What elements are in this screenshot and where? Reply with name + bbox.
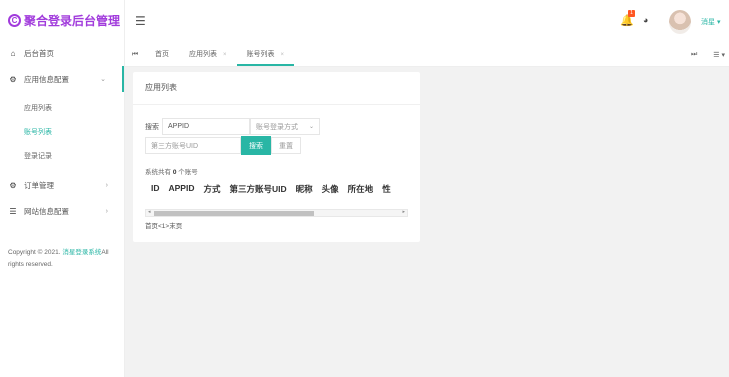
home-icon: ⌂ bbox=[10, 48, 16, 58]
count-suffix: 个账号 bbox=[178, 169, 198, 176]
column-header[interactable]: APPID bbox=[169, 183, 195, 195]
copyright: Copyright © 2021. 消星登录系统All rights reser… bbox=[8, 247, 116, 271]
scrollbar-thumb[interactable] bbox=[154, 211, 314, 216]
brand-logo[interactable]: C 聚合登录后台管理 bbox=[0, 0, 124, 40]
notification-badge: 1 bbox=[628, 10, 635, 17]
tab-label: 应用列表 bbox=[189, 51, 217, 58]
tabs-scroll-left-icon[interactable]: ⏮ bbox=[125, 51, 145, 59]
close-icon[interactable]: × bbox=[223, 52, 227, 58]
count-prefix: 系统共有 bbox=[145, 169, 171, 176]
close-icon[interactable]: × bbox=[281, 52, 285, 58]
sidebar-item-home[interactable]: ⌂ 后台首页 bbox=[0, 40, 124, 66]
reset-button[interactable]: 重置 bbox=[271, 137, 301, 154]
sidebar: C 聚合登录后台管理 ⌂ 后台首页 ⚙ 应用信息配置 ⌄ 应用列表 账号列表 登… bbox=[0, 0, 125, 377]
avatar[interactable] bbox=[669, 10, 691, 34]
sidebar-subitem-login-records[interactable]: 登录记录 bbox=[0, 144, 124, 168]
login-method-select[interactable]: 账号登录方式 ⌄ bbox=[250, 118, 320, 135]
column-header[interactable]: 头像 bbox=[322, 183, 339, 195]
copyright-link[interactable]: 消星登录系统 bbox=[62, 249, 101, 256]
uid-input[interactable]: 第三方账号UID bbox=[145, 137, 241, 154]
sidebar-subitem-account-list[interactable]: 账号列表 bbox=[0, 120, 124, 144]
sidebar-item-label: 网站信息配置 bbox=[24, 206, 69, 216]
scroll-right-icon[interactable]: ▸ bbox=[402, 209, 405, 215]
chevron-down-icon: ⌄ bbox=[100, 76, 106, 83]
tab-label: 首页 bbox=[155, 51, 169, 58]
sidebar-item-label: 后台首页 bbox=[24, 48, 54, 58]
column-header[interactable]: 昵称 bbox=[296, 183, 313, 195]
horizontal-scrollbar[interactable]: ◂ ▸ bbox=[145, 209, 408, 217]
sidebar-subitem-app-list[interactable]: 应用列表 bbox=[0, 96, 124, 120]
sidebar-item-orders[interactable]: ⚙ 订单管理 › bbox=[0, 172, 124, 198]
scroll-left-icon[interactable]: ◂ bbox=[148, 209, 151, 215]
tab-app-list[interactable]: 应用列表 × bbox=[179, 44, 237, 66]
record-count: 系统共有 0 个账号 bbox=[145, 166, 198, 176]
search-label: 搜索 bbox=[145, 123, 159, 131]
tabs-scroll-right-icon[interactable]: ⏭ bbox=[691, 51, 697, 59]
order-icon: ⚙ bbox=[9, 180, 17, 190]
page-tabs: ⏮ 首页 应用列表 × 账号列表 × ⏭ ☰ ▾ bbox=[125, 44, 729, 67]
chevron-right-icon: › bbox=[105, 181, 108, 189]
settings-icon: ⚙ bbox=[9, 74, 17, 84]
search-row: 搜索 APPID 账号登录方式 ⌄ bbox=[145, 118, 320, 135]
column-header[interactable]: 第三方账号UID bbox=[230, 183, 287, 195]
count-value: 0 bbox=[172, 169, 177, 176]
sidebar-item-label: 订单管理 bbox=[24, 180, 54, 190]
column-header[interactable]: 所在地 bbox=[348, 183, 374, 195]
tab-label: 账号列表 bbox=[246, 51, 275, 58]
tabs-menu-icon[interactable]: ☰ ▾ bbox=[713, 51, 725, 59]
sidebar-item-label: 应用信息配置 bbox=[24, 74, 69, 84]
table-header: ID APPID 方式 第三方账号UID 昵称 头像 所在地 性 bbox=[151, 183, 400, 195]
pagination[interactable]: 首页<1>末页 bbox=[145, 220, 182, 230]
column-header[interactable]: 性 bbox=[382, 183, 391, 195]
column-header[interactable]: 方式 bbox=[203, 183, 220, 195]
search-row-2: 第三方账号UID 搜索 重置 bbox=[145, 136, 301, 155]
column-header[interactable]: ID bbox=[151, 183, 160, 195]
chevron-down-icon: ⌄ bbox=[308, 124, 314, 130]
menu-toggle-icon[interactable]: ☰ bbox=[135, 14, 146, 28]
theme-palette-icon[interactable]: ◕ bbox=[643, 15, 648, 25]
copyright-prefix: Copyright © 2021. bbox=[8, 249, 61, 256]
select-placeholder: 账号登录方式 bbox=[256, 123, 298, 131]
tab-account-list[interactable]: 账号列表 × bbox=[236, 44, 295, 66]
tab-home[interactable]: 首页 bbox=[145, 44, 179, 66]
sidebar-item-site-config[interactable]: ☰ 网站信息配置 › bbox=[0, 198, 124, 224]
chevron-right-icon: › bbox=[105, 207, 108, 215]
page-title: 应用列表 bbox=[133, 72, 420, 105]
search-button[interactable]: 搜索 bbox=[241, 136, 271, 155]
content-card: 应用列表 搜索 APPID 账号登录方式 ⌄ 第三方账号UID 搜索 重置 系统… bbox=[133, 72, 420, 242]
appid-input[interactable]: APPID bbox=[162, 118, 250, 135]
top-header: ☰ 🔔 1 ◕ 消星 ▾ bbox=[125, 0, 729, 45]
sidebar-item-app-config[interactable]: ⚙ 应用信息配置 ⌄ bbox=[0, 66, 124, 92]
brand-title: 聚合登录后台管理 bbox=[24, 13, 121, 28]
logo-icon: C bbox=[8, 13, 21, 27]
username-dropdown[interactable]: 消星 ▾ bbox=[701, 17, 720, 27]
list-icon: ☰ bbox=[9, 206, 17, 216]
